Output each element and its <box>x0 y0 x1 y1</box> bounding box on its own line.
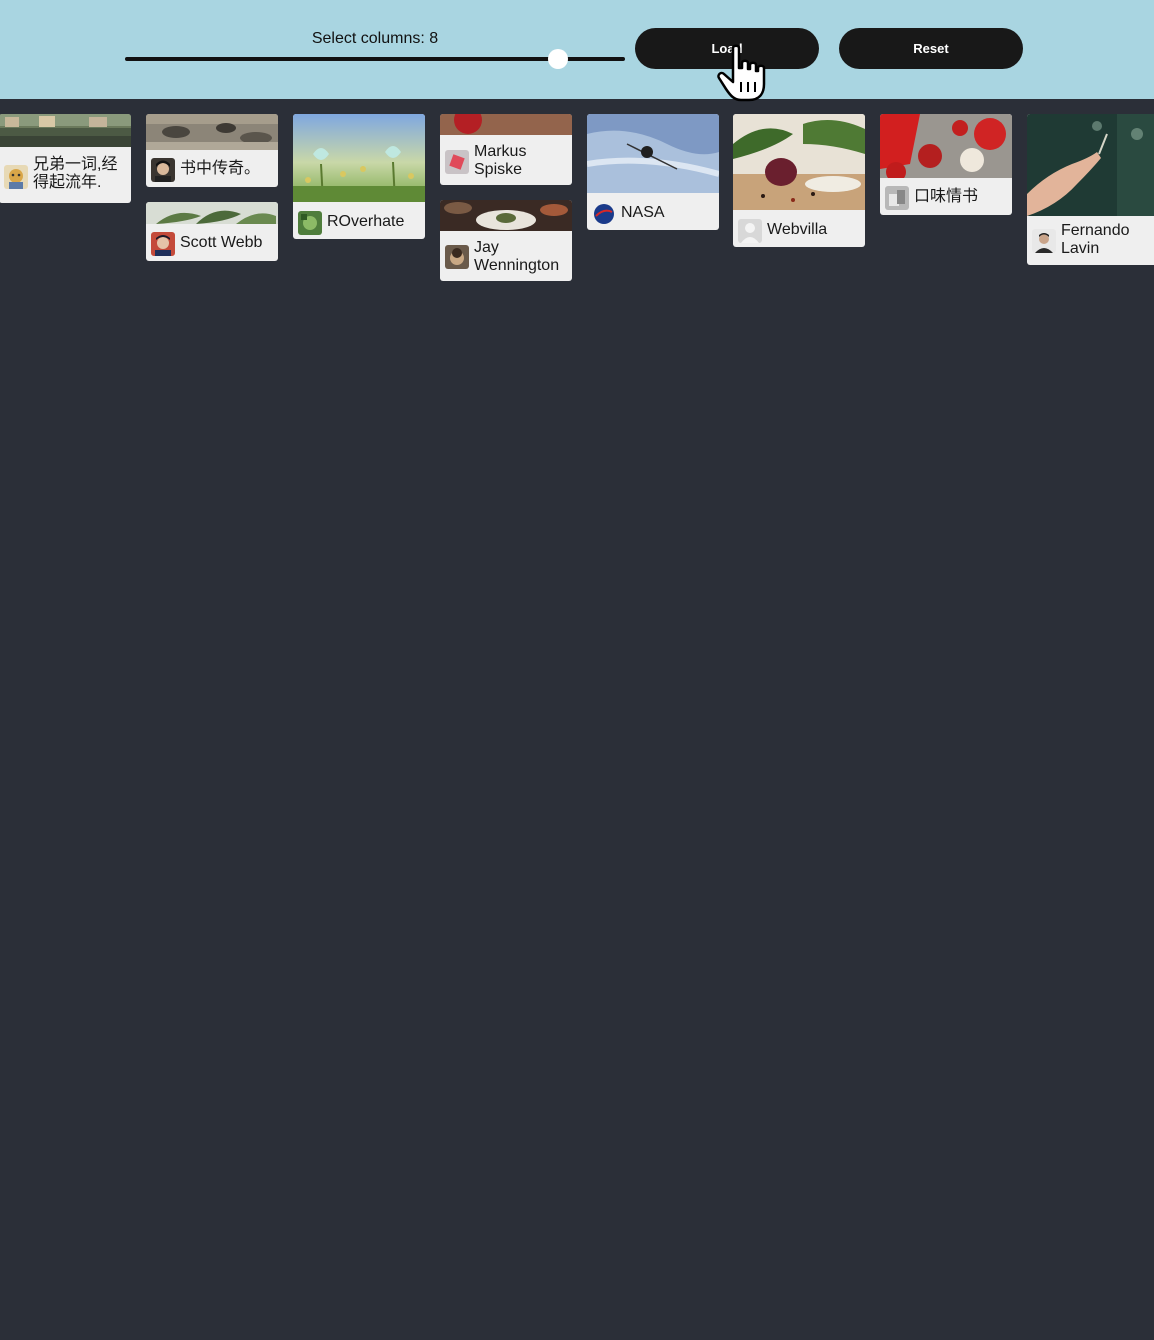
photo-green-leaves <box>146 202 278 224</box>
photo-card[interactable]: Fernando Lavin <box>1027 114 1154 265</box>
photo-card[interactable]: Markus Spiske <box>440 114 572 185</box>
control-bar: Select columns: 8 Load Reset <box>0 0 1154 102</box>
photo-butterflies-flowers <box>293 114 425 202</box>
author-name: ROverhate <box>327 213 405 230</box>
author-name: Markus Spiske <box>474 143 527 178</box>
columns-label: Select columns: 8 <box>311 30 439 47</box>
author-name: 书中传奇。 <box>180 160 261 177</box>
author-name: NASA <box>621 204 665 221</box>
photo-card[interactable]: 书中传奇。 <box>146 114 278 187</box>
photo-tomatoes-garlic <box>880 114 1012 178</box>
avatar <box>738 219 762 243</box>
hand-pointer-icon <box>717 44 766 102</box>
photo-card[interactable]: Scott Webb <box>146 202 278 261</box>
avatar <box>151 232 175 256</box>
photo-hand-reaching <box>1027 114 1154 216</box>
avatar <box>445 150 469 174</box>
columns-slider-thumb[interactable] <box>548 49 569 69</box>
avatar <box>1032 229 1056 253</box>
author-name: Scott Webb <box>180 234 263 251</box>
photo-card[interactable]: 口味情书 <box>880 114 1012 215</box>
avatar <box>445 245 469 269</box>
photo-plated-dish <box>440 200 572 231</box>
author-name: Webvilla <box>767 221 828 238</box>
photo-satellite-earth <box>587 114 719 193</box>
author-name: 兄弟一词,经得起流年. <box>33 156 118 191</box>
reset-button[interactable]: Reset <box>839 28 1023 69</box>
photo-card[interactable]: ROverhate <box>293 114 425 239</box>
photo-onions-herbs <box>733 114 865 210</box>
photo-red-apple <box>440 114 572 135</box>
avatar <box>298 211 322 235</box>
photo-rocky-shore <box>146 114 278 150</box>
avatar <box>592 202 616 226</box>
avatar <box>885 186 909 210</box>
photo-card[interactable]: Jay Wennington <box>440 200 572 281</box>
avatar <box>4 165 28 189</box>
author-name: 口味情书 <box>914 188 979 205</box>
photo-lakeside-houses <box>0 114 131 147</box>
photo-card[interactable]: 兄弟一词,经得起流年. <box>0 114 131 203</box>
photo-card[interactable]: NASA <box>587 114 719 230</box>
author-name: Jay Wennington <box>474 239 560 274</box>
author-name: Fernando Lavin <box>1061 222 1130 257</box>
photo-card[interactable]: Webvilla <box>733 114 865 247</box>
avatar <box>151 158 175 182</box>
